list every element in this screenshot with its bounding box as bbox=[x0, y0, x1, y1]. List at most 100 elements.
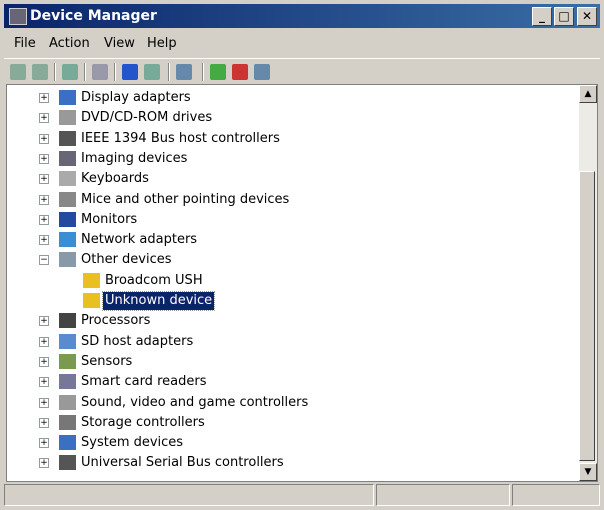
expand-icon[interactable]: + bbox=[39, 153, 49, 164]
device-category-icon bbox=[59, 232, 76, 248]
device-category-icon bbox=[59, 435, 76, 451]
tree-item-label: Keyboards bbox=[81, 171, 149, 187]
tree-item[interactable]: + Storage controllers bbox=[7, 414, 567, 432]
tree-item[interactable]: + Sensors bbox=[7, 353, 567, 371]
tree-item-label: Display adapters bbox=[81, 90, 191, 105]
device-category-icon bbox=[59, 150, 76, 166]
tree-item-label: Mice and other pointing devices bbox=[81, 191, 290, 207]
expand-icon[interactable]: + bbox=[39, 356, 49, 367]
tree-item-label: Unknown device bbox=[101, 291, 216, 311]
close-button[interactable]: ✕ bbox=[577, 7, 597, 26]
toolbar-separator bbox=[54, 63, 56, 81]
tree-item[interactable]: + SD host adapters bbox=[7, 333, 567, 351]
tree-item[interactable]: + System devices bbox=[7, 434, 567, 452]
device-category-icon bbox=[59, 252, 76, 268]
tree-item-label: Storage controllers bbox=[81, 414, 205, 430]
menu-view[interactable]: View bbox=[104, 36, 135, 51]
properties-icon[interactable] bbox=[92, 64, 108, 80]
expand-icon[interactable]: + bbox=[39, 214, 49, 225]
show-hide-console-tree-icon[interactable] bbox=[62, 64, 78, 80]
tree-item[interactable]: + Processors bbox=[7, 312, 567, 330]
device-category-icon bbox=[59, 171, 76, 187]
expand-icon[interactable]: + bbox=[39, 133, 49, 144]
tree-item[interactable]: + Mice and other pointing devices bbox=[7, 191, 567, 209]
uninstall-icon[interactable] bbox=[232, 64, 248, 80]
scroll-up-button[interactable]: ▲ bbox=[579, 85, 597, 103]
toolbar-separator bbox=[84, 63, 86, 81]
expand-icon[interactable]: + bbox=[39, 458, 49, 469]
minimize-button[interactable]: _ bbox=[532, 7, 552, 26]
device-category-icon bbox=[59, 353, 76, 369]
scroll-thumb[interactable] bbox=[579, 171, 595, 461]
maximize-button[interactable]: □ bbox=[554, 7, 574, 26]
expand-icon[interactable]: + bbox=[39, 316, 49, 327]
device-category-icon bbox=[59, 414, 76, 430]
tree-item-label: SD host adapters bbox=[81, 333, 194, 349]
expand-icon[interactable]: + bbox=[39, 194, 49, 205]
device-tree[interactable]: ▲ ▼ + Display adapters + DVD/CD-ROM drives +… bbox=[6, 84, 598, 482]
menu-bar: File Action View Help bbox=[4, 32, 600, 54]
help-icon[interactable] bbox=[122, 64, 138, 80]
expand-icon[interactable]: + bbox=[39, 417, 49, 428]
action-pane-icon[interactable] bbox=[144, 64, 160, 80]
status-pane-3 bbox=[512, 484, 600, 506]
tree-item[interactable]: + Monitors bbox=[7, 211, 567, 229]
tree-item-label: Processors bbox=[81, 313, 151, 329]
expand-icon[interactable]: + bbox=[39, 93, 49, 103]
tree-child-item[interactable]: Broadcom USH bbox=[7, 272, 567, 290]
tree-item[interactable]: + Smart card readers bbox=[7, 373, 567, 391]
tree-item-label: System devices bbox=[81, 435, 184, 451]
expand-icon[interactable]: + bbox=[39, 397, 49, 408]
menu-file[interactable]: File bbox=[14, 36, 36, 51]
expand-icon[interactable]: + bbox=[39, 174, 49, 185]
menu-action[interactable]: Action bbox=[49, 36, 90, 51]
scan-hardware-icon[interactable] bbox=[176, 64, 192, 80]
tree-item[interactable]: − Other devices bbox=[7, 251, 567, 269]
warning-device-icon bbox=[83, 272, 100, 288]
device-category-icon bbox=[59, 130, 76, 146]
tree-item[interactable]: + IEEE 1394 Bus host controllers bbox=[7, 130, 567, 148]
toolbar-separator bbox=[114, 63, 116, 81]
warning-device-icon bbox=[83, 293, 100, 308]
device-category-icon bbox=[59, 90, 76, 105]
scroll-down-button[interactable]: ▼ bbox=[579, 463, 597, 481]
tree-item[interactable]: + Display adapters bbox=[7, 89, 567, 107]
tree-item-label: Sensors bbox=[81, 353, 133, 369]
collapse-icon[interactable]: − bbox=[39, 255, 49, 266]
menu-help[interactable]: Help bbox=[147, 36, 177, 51]
tree-item-label: Universal Serial Bus controllers bbox=[81, 455, 284, 471]
tree-item[interactable]: + Sound, video and game controllers bbox=[7, 394, 567, 412]
expand-icon[interactable]: + bbox=[39, 336, 49, 347]
tree-item[interactable]: + DVD/CD-ROM drives bbox=[7, 109, 567, 127]
disable-icon[interactable] bbox=[254, 64, 270, 80]
forward-icon[interactable] bbox=[32, 64, 48, 80]
tree-item-label: Imaging devices bbox=[81, 150, 188, 166]
device-category-icon bbox=[59, 211, 76, 227]
device-category-icon bbox=[59, 394, 76, 410]
expand-icon[interactable]: + bbox=[39, 377, 49, 388]
expand-icon[interactable]: + bbox=[39, 235, 49, 246]
tree-item-label: IEEE 1394 Bus host controllers bbox=[81, 130, 280, 146]
tree-item[interactable]: + Network adapters bbox=[7, 231, 567, 249]
tree-item-label: Network adapters bbox=[81, 232, 198, 248]
update-driver-icon[interactable] bbox=[210, 64, 226, 80]
device-category-icon bbox=[59, 110, 76, 126]
tree-child-item[interactable]: Unknown device bbox=[7, 291, 567, 311]
device-category-icon bbox=[59, 191, 76, 207]
status-pane-1 bbox=[4, 484, 374, 506]
device-category-icon bbox=[59, 313, 76, 329]
device-category-icon bbox=[59, 455, 76, 471]
back-icon[interactable] bbox=[10, 64, 26, 80]
tree-item[interactable]: + Imaging devices bbox=[7, 150, 567, 168]
toolbar-separator bbox=[202, 63, 204, 81]
tree-item[interactable]: + Universal Serial Bus controllers bbox=[7, 454, 567, 472]
expand-icon[interactable]: + bbox=[39, 113, 49, 124]
tree-item[interactable]: + Keyboards bbox=[7, 170, 567, 188]
device-manager-icon bbox=[9, 8, 27, 25]
tree-item-label: Broadcom USH bbox=[105, 272, 203, 288]
tree-item-label: DVD/CD-ROM drives bbox=[81, 110, 213, 126]
expand-icon[interactable]: + bbox=[39, 438, 49, 449]
tree-item-label: Other devices bbox=[81, 252, 172, 268]
window-title: Device Manager bbox=[30, 8, 157, 24]
vertical-scrollbar[interactable]: ▲ ▼ bbox=[579, 85, 597, 481]
